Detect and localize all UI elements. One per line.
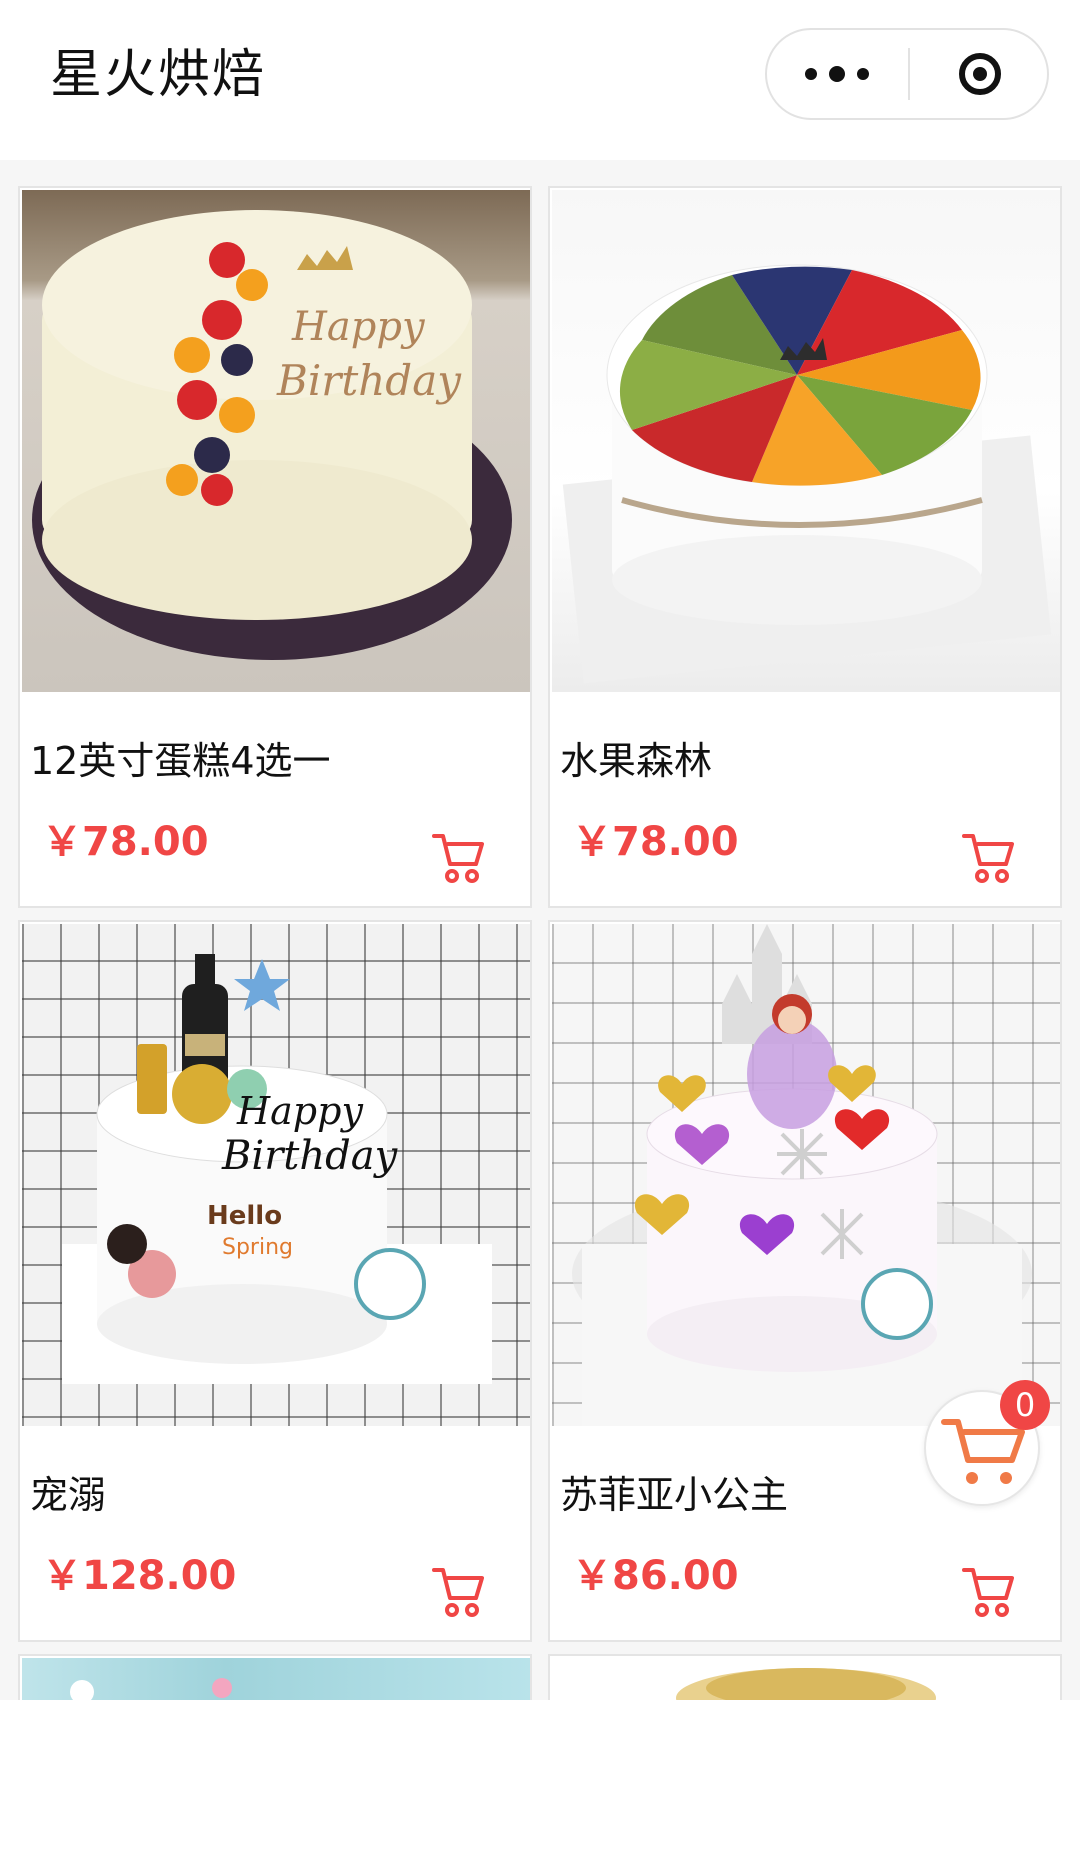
- svg-text:Birthday: Birthday: [221, 1133, 399, 1179]
- product-price: ￥128.00: [42, 1553, 237, 1599]
- cart-icon: [432, 1568, 484, 1617]
- product-card[interactable]: Happy Birthday Hello Spring 宠溺 ￥128.00: [18, 920, 532, 1642]
- product-name: 12英寸蛋糕4选一: [30, 739, 331, 783]
- product-image[interactable]: Happy Birthday: [22, 190, 530, 692]
- product-card[interactable]: 水果森林 ￥78.00: [548, 186, 1062, 908]
- product-image[interactable]: Happy Birthday Hello Spring: [22, 924, 530, 1426]
- add-to-cart-button[interactable]: [430, 1562, 490, 1622]
- close-button[interactable]: [911, 30, 1049, 118]
- product-price: ￥86.00: [572, 1553, 739, 1599]
- product-image[interactable]: [552, 924, 1060, 1426]
- product-card[interactable]: Happy Birthday 12英寸蛋糕4选一 ￥78.00: [18, 186, 532, 908]
- product-card[interactable]: 苏菲亚小公主 ￥86.00: [548, 920, 1062, 1642]
- product-card[interactable]: [18, 1654, 532, 1700]
- add-to-cart-button[interactable]: [960, 1562, 1020, 1622]
- svg-text:Birthday: Birthday: [276, 356, 462, 405]
- cart-icon: [962, 834, 1014, 883]
- svg-text:Happy: Happy: [236, 1089, 363, 1133]
- product-card[interactable]: [548, 1654, 1062, 1700]
- product-name: 水果森林: [560, 739, 713, 783]
- more-dots-icon: [805, 66, 869, 82]
- top-nav-bar: 星火烘焙: [0, 0, 1080, 160]
- product-name: 宠溺: [30, 1473, 107, 1517]
- svg-text:Happy: Happy: [291, 304, 426, 350]
- product-image[interactable]: [552, 190, 1060, 692]
- product-image[interactable]: [552, 1658, 1060, 1700]
- target-close-icon: [959, 53, 1001, 95]
- app-title: 星火烘焙: [50, 45, 267, 105]
- add-to-cart-button[interactable]: [960, 828, 1020, 888]
- product-name: 苏菲亚小公主: [560, 1473, 789, 1517]
- svg-text:Spring: Spring: [222, 1235, 293, 1260]
- mini-program-capsule: [765, 28, 1049, 120]
- product-image[interactable]: [22, 1658, 530, 1700]
- add-to-cart-button[interactable]: [430, 828, 490, 888]
- product-price: ￥78.00: [572, 819, 739, 865]
- cart-count-badge: 0: [1000, 1380, 1050, 1430]
- svg-text:Hello: Hello: [207, 1201, 282, 1231]
- more-button[interactable]: [767, 30, 907, 118]
- product-grid: Happy Birthday 12英寸蛋糕4选一 ￥78.00 水果森林 ￥78…: [0, 160, 1080, 1700]
- product-price: ￥78.00: [42, 819, 209, 865]
- capsule-divider: [908, 48, 910, 100]
- cart-icon: [432, 834, 484, 883]
- bottom-blank-area: [0, 1700, 1080, 1849]
- cart-icon: [962, 1568, 1014, 1617]
